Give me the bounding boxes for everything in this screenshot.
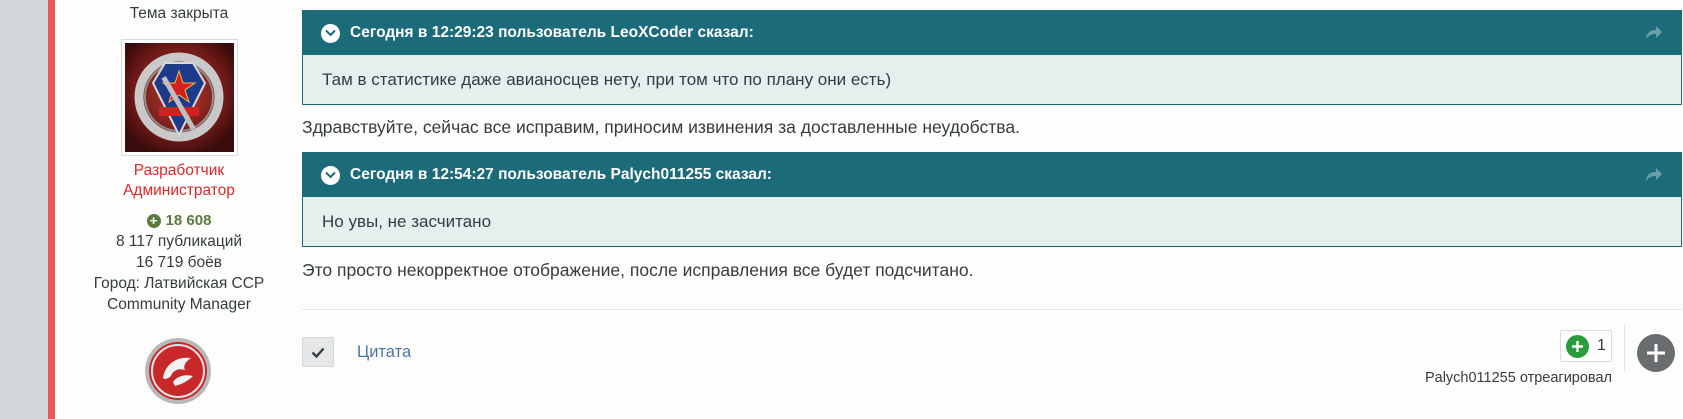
reaction-separator xyxy=(1624,325,1625,371)
reputation: + 18 608 xyxy=(84,212,274,229)
chevron-down-icon[interactable] xyxy=(321,165,340,185)
check-icon xyxy=(311,347,325,358)
quote-block: Сегодня в 12:29:23 пользователь LeoXCode… xyxy=(302,10,1682,105)
author-city: Город: Латвийская ССР xyxy=(93,275,265,292)
author-title: Community Manager xyxy=(107,296,251,313)
chevron-down-icon[interactable] xyxy=(321,23,340,43)
quote-header-text: Сегодня в 12:29:23 пользователь LeoXCode… xyxy=(350,24,754,41)
reaction-summary[interactable]: 1 xyxy=(1560,330,1612,362)
share-icon[interactable] xyxy=(1643,165,1663,185)
topic-status: Тема закрыта xyxy=(129,5,229,22)
quote-link[interactable]: Цитата xyxy=(357,343,411,362)
quote-header[interactable]: Сегодня в 12:29:23 пользователь LeoXCode… xyxy=(303,11,1681,55)
plus-circle-icon: + xyxy=(146,213,161,228)
post-accent-bar xyxy=(48,0,55,419)
quote-header-text: Сегодня в 12:54:27 пользователь Palych01… xyxy=(350,166,772,183)
reputation-value: 18 608 xyxy=(165,212,212,229)
page-left-margin xyxy=(0,0,48,419)
author-posts: 8 117 публикаций xyxy=(115,233,243,250)
multiquote-button[interactable] xyxy=(302,337,334,367)
add-reaction-button[interactable] xyxy=(1637,334,1675,372)
author-role-primary: Разработчик xyxy=(133,162,225,179)
share-icon[interactable] xyxy=(1643,23,1663,43)
quote-body: Но увы, не засчитано xyxy=(322,211,492,231)
author-battles: 16 719 боёв xyxy=(135,254,223,271)
author-role-secondary: Администратор xyxy=(123,182,235,199)
avatar[interactable] xyxy=(121,39,238,156)
reaction-count: 1 xyxy=(1597,337,1606,354)
plus-reaction-icon xyxy=(1566,334,1590,358)
reply-text: Здравствуйте, сейчас все исправим, прино… xyxy=(302,117,1020,137)
staff-badge-icon xyxy=(143,336,213,406)
quote-header[interactable]: Сегодня в 12:54:27 пользователь Palych01… xyxy=(303,153,1681,197)
reply-text: Это просто некорректное отображение, пос… xyxy=(302,260,974,280)
plus-icon xyxy=(1647,344,1665,362)
quote-block: Сегодня в 12:54:27 пользователь Palych01… xyxy=(302,152,1682,247)
reacted-by-text[interactable]: Palych011255 отреагировал xyxy=(1390,370,1612,386)
avatar-emblem-icon xyxy=(125,43,234,152)
post-divider xyxy=(302,309,1682,310)
quote-body: Там в статистике даже авианосцев нету, п… xyxy=(322,69,892,89)
